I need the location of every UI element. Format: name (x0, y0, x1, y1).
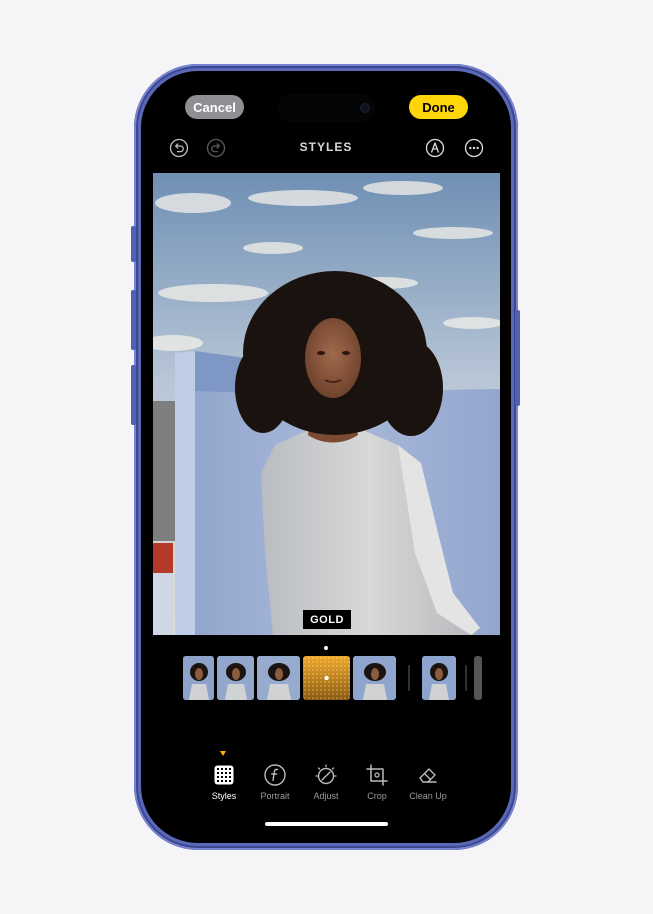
style-thumbnail[interactable] (353, 656, 396, 700)
cancel-button[interactable]: Cancel (185, 95, 244, 119)
crop-icon (365, 763, 389, 787)
tool-label: Portrait (260, 791, 290, 801)
tool-label: Styles (211, 791, 237, 801)
tool-crop[interactable]: Crop (352, 763, 402, 801)
style-thumbnail[interactable] (183, 656, 214, 700)
volume-up-button (131, 290, 136, 350)
style-thumbnail[interactable] (474, 656, 482, 700)
markup-pen-icon[interactable] (425, 138, 445, 158)
tool-label: Crop (367, 791, 387, 801)
separator (408, 665, 410, 691)
style-name-label: GOLD (303, 610, 351, 629)
phone-screen: Cancel Done STYLES GOLD Styles Portrait … (141, 71, 511, 843)
tool-adjust[interactable]: Adjust (301, 763, 351, 801)
front-camera (360, 103, 370, 113)
style-thumbnail-selected[interactable] (303, 656, 350, 700)
adjust-dial-icon (314, 763, 338, 787)
more-icon[interactable] (464, 138, 484, 158)
action-button (131, 226, 136, 262)
page-indicator-dot (324, 646, 328, 650)
style-thumbnail[interactable] (217, 656, 254, 700)
tool-label: Adjust (313, 791, 339, 801)
styles-grid-icon (212, 763, 236, 787)
tool-clean-up[interactable]: Clean Up (403, 763, 453, 801)
portrait-f-icon (263, 763, 287, 787)
tool-styles[interactable]: Styles (199, 763, 249, 801)
style-thumbnail[interactable] (422, 656, 456, 700)
page-title: STYLES (299, 140, 353, 154)
tool-portrait[interactable]: Portrait (250, 763, 300, 801)
eraser-icon (416, 763, 440, 787)
active-tool-caret (220, 751, 226, 756)
power-button (515, 310, 520, 406)
photo-preview[interactable]: GOLD (153, 173, 500, 635)
style-thumbnail[interactable] (257, 656, 300, 700)
tool-label: Clean Up (409, 791, 447, 801)
home-indicator[interactable] (265, 822, 388, 826)
separator (465, 665, 467, 691)
done-button[interactable]: Done (409, 95, 468, 119)
volume-down-button (131, 365, 136, 425)
